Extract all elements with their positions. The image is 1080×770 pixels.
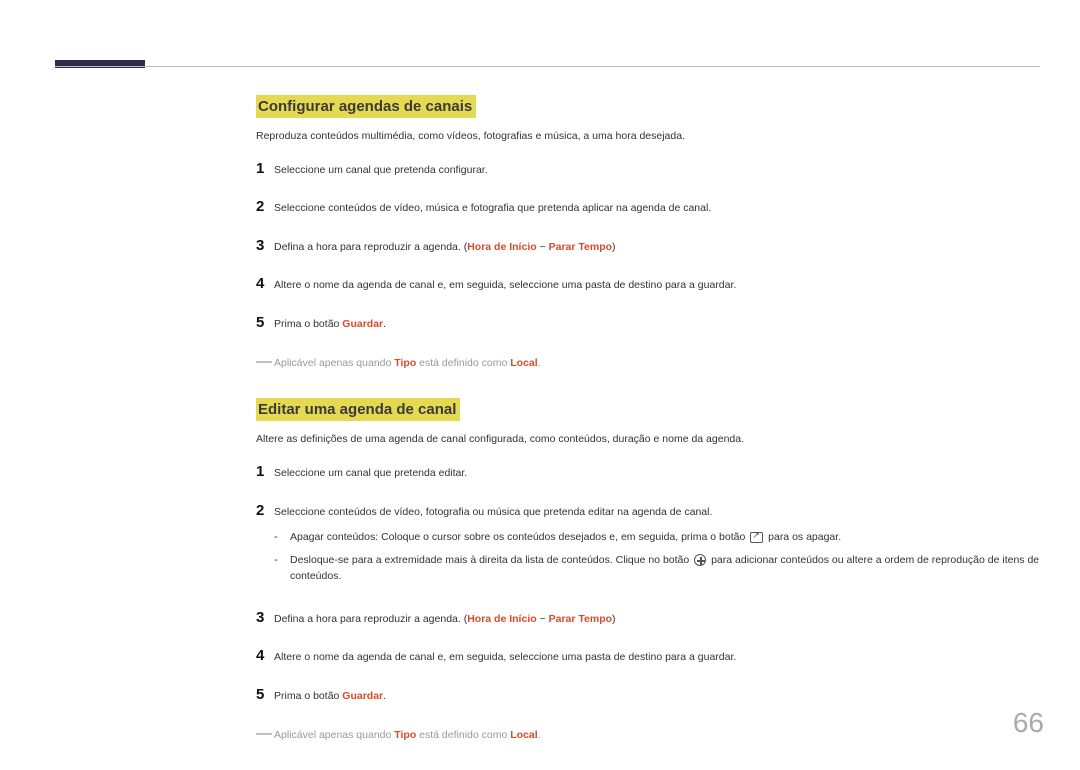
note-dash-icon: ― — [256, 350, 274, 374]
bullet-icon: - — [274, 529, 290, 546]
text-fragment: Defina a hora para reproduzir a agenda. … — [274, 613, 467, 625]
step-number: 5 — [256, 312, 274, 335]
header-divider — [55, 66, 1040, 67]
step-text: Prima o botão Guardar. — [274, 317, 1040, 333]
section1-intro: Reproduza conteúdos multimédia, como víd… — [256, 129, 1040, 145]
note-dash-icon: ― — [256, 722, 274, 746]
text-fragment: Apagar conteúdos: Coloque o cursor sobre… — [290, 531, 748, 543]
step-number: 3 — [256, 235, 274, 258]
highlight-guardar: Guardar — [342, 690, 383, 702]
section1-step-1: 1 Seleccione um canal que pretenda confi… — [256, 158, 1040, 181]
section1-step-5: 5 Prima o botão Guardar. — [256, 312, 1040, 335]
highlight-guardar: Guardar — [342, 318, 383, 330]
text-fragment: ~ — [537, 613, 549, 625]
export-icon — [750, 532, 763, 543]
section2-heading: Editar uma agenda de canal — [256, 398, 460, 421]
sub-item-add: - Desloque-se para a extremidade mais à … — [274, 552, 1040, 585]
step-body: Seleccione conteúdos de vídeo, fotografi… — [274, 505, 1040, 591]
highlight-tipo: Tipo — [394, 729, 416, 741]
step-number: 1 — [256, 461, 274, 484]
step-text: Seleccione um canal que pretenda editar. — [274, 466, 1040, 482]
section1-step-2: 2 Seleccione conteúdos de vídeo, música … — [256, 196, 1040, 219]
page-number: 66 — [1013, 707, 1044, 739]
sub-text: Apagar conteúdos: Coloque o cursor sobre… — [290, 530, 1040, 546]
step-number: 2 — [256, 196, 274, 219]
highlight-local: Local — [510, 729, 537, 741]
text-fragment: ) — [612, 613, 616, 625]
text-fragment: Prima o botão — [274, 318, 342, 330]
text-fragment: . — [383, 318, 386, 330]
section2-intro: Altere as definições de uma agenda de ca… — [256, 432, 1040, 448]
section1-note: ― Aplicável apenas quando Tipo está defi… — [256, 350, 1040, 374]
section1-step-4: 4 Altere o nome da agenda de canal e, em… — [256, 273, 1040, 296]
step-number: 3 — [256, 607, 274, 630]
section2-step-1: 1 Seleccione um canal que pretenda edita… — [256, 461, 1040, 484]
section2-note: ― Aplicável apenas quando Tipo está defi… — [256, 722, 1040, 746]
section2-step-3: 3 Defina a hora para reproduzir a agenda… — [256, 607, 1040, 630]
text-fragment: para os apagar. — [765, 531, 841, 543]
highlight-hora-inicio: Hora de Início — [467, 613, 536, 625]
step-text: Altere o nome da agenda de canal e, em s… — [274, 278, 1040, 294]
section2-step-4: 4 Altere o nome da agenda de canal e, em… — [256, 645, 1040, 668]
text-fragment: ~ — [537, 241, 549, 253]
text-fragment: Prima o botão — [274, 690, 342, 702]
step-number: 5 — [256, 684, 274, 707]
section1-step-3: 3 Defina a hora para reproduzir a agenda… — [256, 235, 1040, 258]
highlight-tipo: Tipo — [394, 357, 416, 369]
text-fragment: Aplicável apenas quando — [274, 357, 394, 369]
page-content: Configurar agendas de canais Reproduza c… — [256, 95, 1040, 770]
note-text: Aplicável apenas quando Tipo está defini… — [274, 728, 541, 744]
section2-step-5: 5 Prima o botão Guardar. — [256, 684, 1040, 707]
text-fragment: ) — [612, 241, 616, 253]
text-fragment: Defina a hora para reproduzir a agenda. … — [274, 241, 467, 253]
step-text: Prima o botão Guardar. — [274, 689, 1040, 705]
text-fragment: está definido como — [416, 357, 510, 369]
sub-text: Desloque-se para a extremidade mais à di… — [290, 553, 1040, 585]
section1-heading: Configurar agendas de canais — [256, 95, 476, 118]
highlight-local: Local — [510, 357, 537, 369]
step-number: 4 — [256, 645, 274, 668]
step-text: Defina a hora para reproduzir a agenda. … — [274, 612, 1040, 628]
step-number: 1 — [256, 158, 274, 181]
section2-step-2: 2 Seleccione conteúdos de vídeo, fotogra… — [256, 500, 1040, 591]
highlight-parar-tempo: Parar Tempo — [549, 241, 612, 253]
step-number: 4 — [256, 273, 274, 296]
sub-item-delete: - Apagar conteúdos: Coloque o cursor sob… — [274, 529, 1040, 546]
step-text: Altere o nome da agenda de canal e, em s… — [274, 650, 1040, 666]
step-text: Seleccione conteúdos de vídeo, música e … — [274, 201, 1040, 217]
step-text: Defina a hora para reproduzir a agenda. … — [274, 240, 1040, 256]
text-fragment: . — [538, 729, 541, 741]
highlight-hora-inicio: Hora de Início — [467, 241, 536, 253]
step-text: Seleccione um canal que pretenda configu… — [274, 163, 1040, 179]
sub-list: - Apagar conteúdos: Coloque o cursor sob… — [274, 529, 1040, 584]
step-number: 2 — [256, 500, 274, 523]
text-fragment: . — [538, 357, 541, 369]
step-text: Seleccione conteúdos de vídeo, fotografi… — [274, 505, 1040, 521]
plus-circle-icon — [694, 554, 706, 566]
text-fragment: está definido como — [416, 729, 510, 741]
bullet-icon: - — [274, 552, 290, 569]
note-text: Aplicável apenas quando Tipo está defini… — [274, 356, 541, 372]
text-fragment: Aplicável apenas quando — [274, 729, 394, 741]
text-fragment: . — [383, 690, 386, 702]
text-fragment: Desloque-se para a extremidade mais à di… — [290, 554, 692, 566]
highlight-parar-tempo: Parar Tempo — [549, 613, 612, 625]
